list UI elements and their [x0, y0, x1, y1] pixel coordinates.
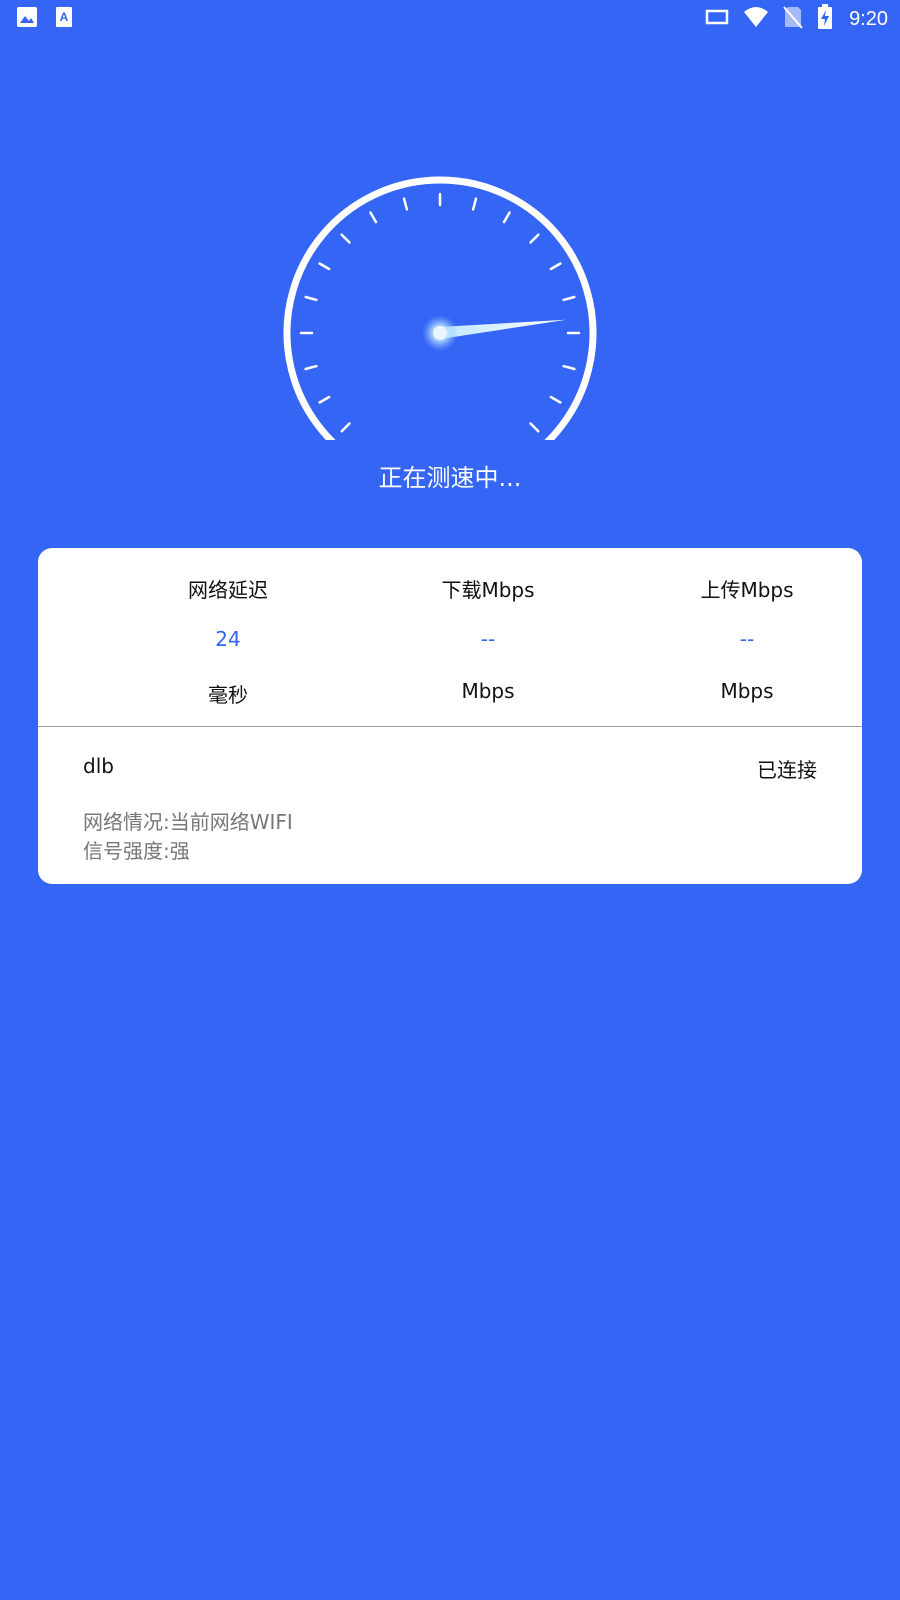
- latency-value: 24: [215, 627, 241, 651]
- clock-time: 9:20: [849, 7, 888, 30]
- network-condition: 网络情况:当前网络WIFI: [83, 810, 293, 834]
- gauge-tick: [318, 395, 331, 404]
- gauge-tick: [340, 233, 351, 244]
- connection-state: 已连接: [757, 758, 817, 782]
- gauge-tick: [304, 364, 318, 371]
- gauge-tick: [529, 233, 540, 244]
- cast-icon: [705, 7, 729, 31]
- gauge-tick: [340, 422, 351, 433]
- gauge-tick: [549, 262, 562, 271]
- speed-gauge: [283, 176, 597, 440]
- wifi-icon: [743, 6, 769, 32]
- network-name: dlb: [83, 754, 114, 778]
- gauge-tick: [318, 262, 331, 271]
- testing-status-text: 正在测速中...: [378, 464, 522, 492]
- result-card: 网络延迟 24 毫秒 下载Mbps -- Mbps 上传Mbps -- Mbps…: [38, 548, 862, 884]
- download-value: --: [480, 627, 496, 651]
- upload-label: 上传Mbps: [700, 578, 794, 602]
- card-divider: [38, 726, 862, 727]
- gauge-tick: [369, 211, 378, 224]
- latency-unit: 毫秒: [208, 683, 248, 707]
- battery-charging-icon: [817, 4, 833, 34]
- gauge-tick: [562, 364, 576, 371]
- gauge-hub: [433, 326, 447, 340]
- metrics-row: 网络延迟 24 毫秒 下载Mbps -- Mbps 上传Mbps -- Mbps: [38, 548, 862, 726]
- gauge-tick: [562, 295, 576, 302]
- download-unit: Mbps: [461, 679, 515, 703]
- status-bar: A 9:20: [0, 0, 900, 36]
- image-icon: [16, 6, 38, 32]
- download-label: 下载Mbps: [441, 578, 535, 602]
- gauge-tick: [402, 197, 409, 211]
- gauge-tick: [304, 295, 318, 302]
- latency-label: 网络延迟: [188, 578, 268, 602]
- gauge-tick: [529, 422, 540, 433]
- gauge-tick: [549, 395, 562, 404]
- no-sim-icon: [783, 5, 803, 33]
- gauge-tick: [471, 197, 478, 211]
- gauge-tick: [502, 211, 511, 224]
- text-a-icon: A: [54, 6, 74, 32]
- gauge-arc: [283, 176, 597, 440]
- status-bar-right: 9:20: [705, 4, 888, 34]
- gauge-needle: [439, 319, 567, 339]
- svg-text:A: A: [60, 10, 69, 24]
- status-bar-left: A: [16, 6, 74, 32]
- upload-value: --: [739, 627, 755, 651]
- upload-unit: Mbps: [720, 679, 774, 703]
- signal-strength: 信号强度:强: [83, 839, 190, 863]
